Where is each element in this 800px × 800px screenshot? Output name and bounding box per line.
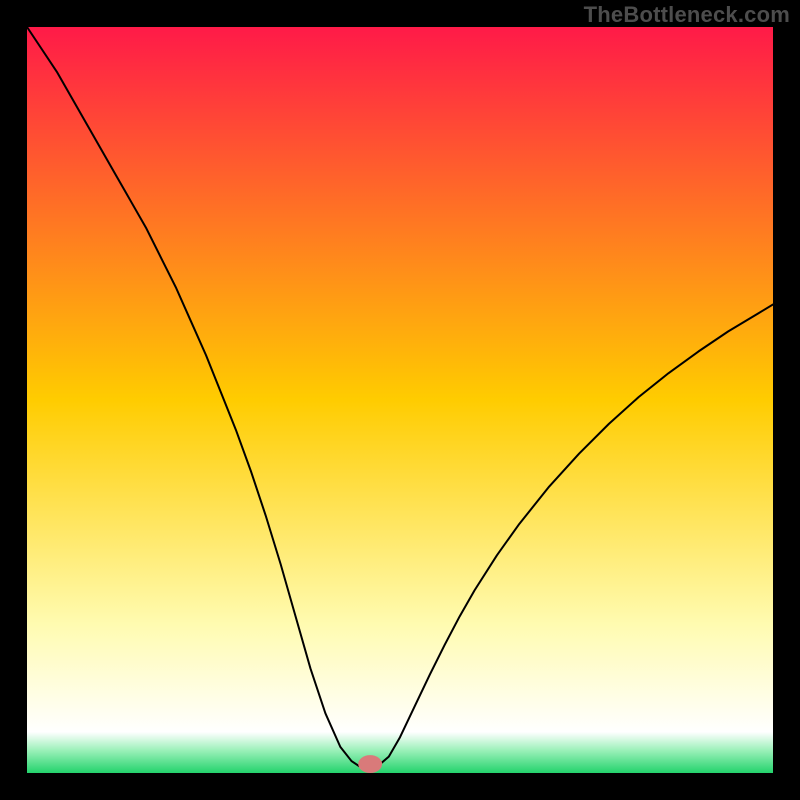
plot-area — [27, 27, 773, 773]
minimum-marker — [358, 755, 382, 773]
chart-frame: TheBottleneck.com — [0, 0, 800, 800]
watermark-text: TheBottleneck.com — [584, 2, 790, 28]
plot-background — [27, 27, 773, 773]
plot-svg — [27, 27, 773, 773]
